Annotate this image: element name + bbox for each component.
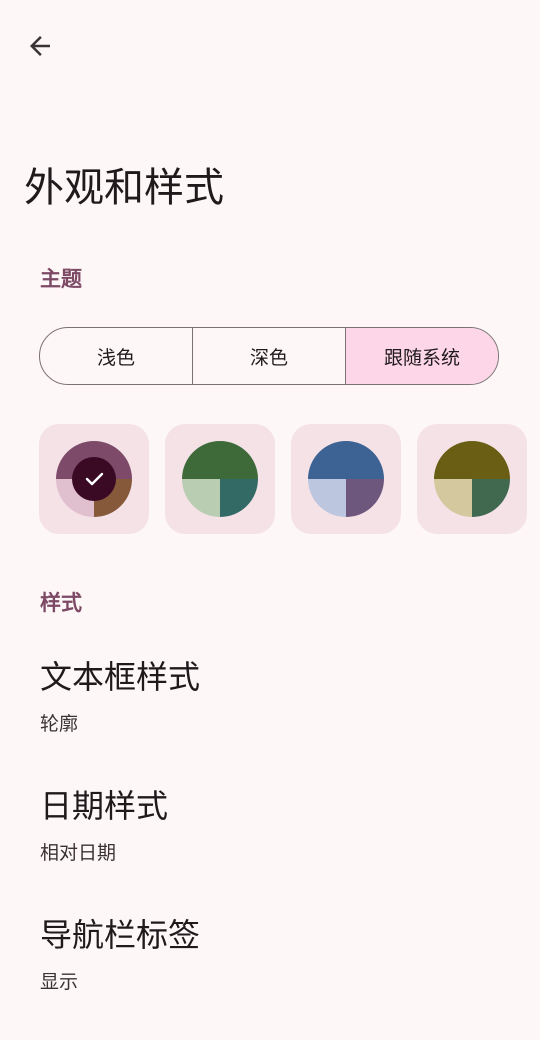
theme-mode-system[interactable]: 跟随系统 [345, 328, 498, 384]
setting-summary: 轮廓 [40, 713, 79, 735]
setting-date-style[interactable]: 日期样式 相对日期 [40, 786, 168, 866]
setting-title: 日期样式 [40, 787, 169, 825]
color-swatch-pink-palette[interactable] [39, 424, 149, 534]
setting-summary: 相对日期 [40, 842, 117, 864]
setting-summary: 显示 [40, 971, 79, 993]
setting-title: 文本框样式 [40, 658, 201, 696]
setting-text-field-style[interactable]: 文本框样式 轮廓 [40, 657, 200, 737]
back-button[interactable] [16, 22, 64, 70]
palette-circle-icon [56, 441, 132, 517]
theme-mode-light[interactable]: 浅色 [40, 328, 192, 384]
setting-title: 导航栏标签 [40, 916, 201, 954]
theme-mode-dark[interactable]: 深色 [192, 328, 345, 384]
arrow-back-icon [30, 36, 50, 56]
page-title: 外观和样式 [24, 165, 224, 211]
check-icon [72, 457, 116, 501]
theme-mode-selector: 浅色 深色 跟随系统 [39, 327, 499, 385]
color-swatch-olive-palette[interactable] [417, 424, 527, 534]
color-swatch-blue-palette[interactable] [291, 424, 401, 534]
setting-nav-bar-labels[interactable]: 导航栏标签 显示 [40, 915, 200, 995]
theme-section-header: 主题 [40, 267, 82, 291]
palette-circle-icon [308, 441, 384, 517]
style-section-header: 样式 [40, 591, 82, 615]
color-swatch-green-palette[interactable] [165, 424, 275, 534]
palette-circle-icon [434, 441, 510, 517]
palette-circle-icon [182, 441, 258, 517]
